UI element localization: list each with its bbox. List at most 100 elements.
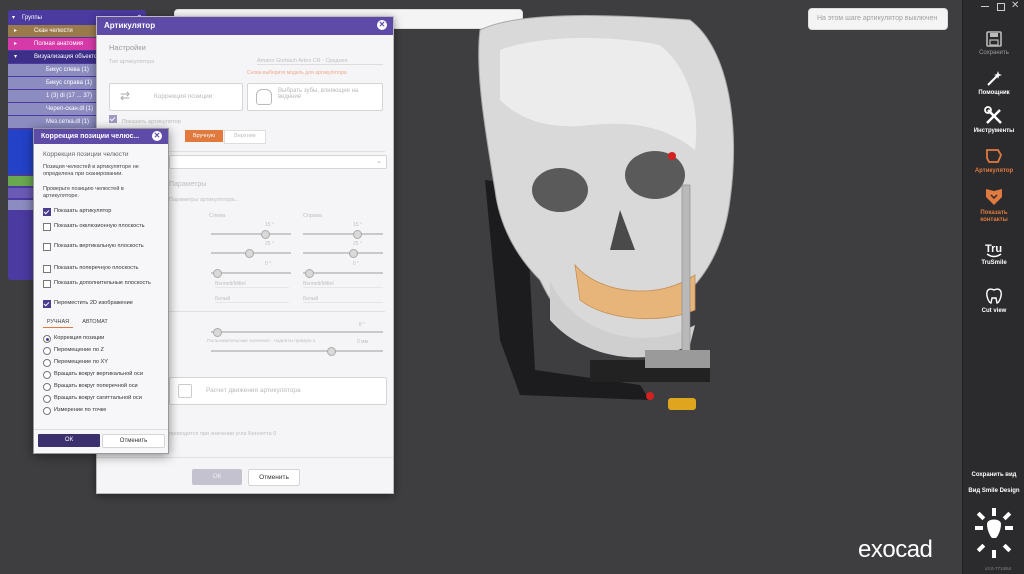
radio-move-xy[interactable]: Перемещение по XY — [43, 359, 163, 367]
radio-position-correction[interactable]: Коррекция позиции — [43, 335, 163, 343]
skull-articulator-model[interactable] — [440, 10, 760, 430]
slider-right-1[interactable] — [303, 230, 383, 239]
close-icon[interactable]: ✕ — [1011, 0, 1019, 11]
slider-right-3[interactable] — [303, 269, 383, 278]
radio[interactable] — [43, 347, 51, 355]
articulator-type-select[interactable]: Amann Girrbach Artex CR - Среднее — [257, 58, 383, 65]
slider-left-2[interactable] — [211, 249, 291, 258]
calc-motion-button[interactable]: Расчет движения артикулятора — [169, 377, 387, 405]
tab-manual[interactable]: Вручную — [185, 130, 223, 142]
ok-button[interactable]: ОК — [38, 434, 100, 447]
version-label: v3.0-7714/64 — [985, 566, 1012, 571]
maximize-icon[interactable] — [997, 3, 1005, 11]
radio[interactable] — [43, 383, 51, 391]
expand-icon[interactable]: ▾ — [14, 51, 17, 63]
slider-knob[interactable] — [245, 249, 254, 258]
mm-slider[interactable] — [211, 347, 383, 356]
checkbox-label: Переместить 2D изображение — [54, 300, 133, 306]
group-label: Бикус слева (1) — [46, 67, 89, 73]
toolbar-tools[interactable]: Инструменты — [963, 106, 1024, 134]
checkbox[interactable] — [43, 243, 51, 251]
radio[interactable] — [43, 407, 51, 415]
close-icon[interactable]: ✕ — [152, 131, 162, 141]
expand-icon[interactable]: ▸ — [14, 25, 17, 37]
slider-value[interactable]: 15 ° — [353, 222, 362, 228]
ok-label: ОК — [64, 437, 74, 443]
dropdown-right-1[interactable]: Bennett/Mittel — [303, 281, 383, 288]
slider-right-2[interactable] — [303, 249, 383, 258]
toolbar-save[interactable]: Сохранить — [963, 30, 1024, 56]
tab-auto[interactable]: АВТОМАТ — [78, 319, 112, 325]
close-icon[interactable]: ✕ — [377, 20, 387, 30]
dropdown-right-2[interactable]: Белый — [303, 296, 383, 303]
bottom-note: проводится при значении угла Беннетта 0 — [169, 431, 277, 437]
checkbox[interactable] — [43, 265, 51, 273]
radio-rotate-sagittal[interactable]: Вращать вокруг сагиттальной оси — [43, 395, 163, 403]
checkbox[interactable] — [43, 223, 51, 231]
slider-value[interactable]: 25 ° — [265, 241, 274, 247]
params-dropdown[interactable]: ⌄ — [169, 155, 387, 169]
radio[interactable] — [43, 359, 51, 367]
slider-value[interactable]: 25 ° — [353, 241, 362, 247]
cancel-button[interactable]: Отменить — [248, 469, 300, 486]
radio-move-z[interactable]: Перемещение по Z — [43, 347, 163, 355]
tab-manual[interactable]: РУЧНАЯ — [43, 319, 73, 328]
collapse-icon[interactable]: ▾ — [12, 12, 15, 24]
cancel-button[interactable]: Отменить — [102, 434, 165, 448]
slider-left-1[interactable] — [211, 230, 291, 239]
articulator-motion-icon — [178, 384, 192, 398]
radio-label: Перемещение по XY — [54, 359, 108, 365]
minimize-icon[interactable] — [981, 6, 989, 7]
slider-knob[interactable] — [213, 328, 222, 337]
mm-value[interactable]: 0 мм — [357, 339, 368, 345]
tab-upper[interactable]: Верхние — [224, 130, 266, 144]
slider-value[interactable]: 0 ° — [353, 261, 359, 267]
tab-manual-label: Вручную — [192, 133, 216, 139]
correction-dialog-header[interactable]: Коррекция позиции челюс... ✕ — [34, 129, 168, 144]
smile-design-view-button[interactable]: Вид Smile Design — [963, 488, 1024, 494]
checkbox[interactable] — [43, 300, 51, 308]
radio-rotate-vertical[interactable]: Вращать вокруг вертикальной оси — [43, 371, 163, 379]
magic-wand-icon — [987, 71, 1002, 86]
slider-knob[interactable] — [261, 230, 270, 239]
slider-left-3[interactable] — [211, 269, 291, 278]
toolbar-cut-view[interactable]: Cut view — [963, 286, 1024, 314]
toolbar-articulator[interactable]: Артикулятор — [963, 146, 1024, 174]
radio[interactable] — [43, 371, 51, 379]
ok-button[interactable]: ОК — [192, 469, 242, 485]
radio[interactable] — [43, 335, 51, 343]
dropdown-left-2[interactable]: Белый — [215, 296, 289, 303]
reselect-warning: Снова выберите модель для артикулятора — [247, 70, 347, 76]
right-toolbar[interactable]: ✕ Сохранить Помощник Инструменты Артикул… — [962, 0, 1024, 574]
radio-rotate-transverse[interactable]: Вращать вокруг поперечной оси — [43, 383, 163, 391]
group-label: Череп-скан.dl (1) — [46, 106, 94, 112]
slider-knob[interactable] — [213, 269, 222, 278]
incisal-slider[interactable] — [211, 328, 383, 337]
slider-value[interactable]: 15 ° — [265, 222, 274, 228]
ok-label: ОК — [212, 473, 222, 480]
radio-measure-point[interactable]: Измерение по точке — [43, 407, 163, 415]
articulator-dialog-header[interactable]: Артикулятор ✕ — [97, 17, 393, 35]
dropdown-left-1[interactable]: Bennett/Mittel — [215, 281, 289, 288]
position-correction-dialog[interactable]: Коррекция позиции челюс... ✕ Коррекция п… — [33, 128, 169, 454]
show-articulator-row[interactable]: Показать артикулятор — [109, 115, 181, 125]
show-articulator-checkbox[interactable] — [109, 115, 117, 123]
slider-knob[interactable] — [353, 230, 362, 239]
radio[interactable] — [43, 395, 51, 403]
incisal-value[interactable]: 8 ° — [359, 322, 365, 328]
expand-icon[interactable]: ▸ — [14, 38, 17, 50]
save-view-button[interactable]: Сохранить вид — [963, 472, 1024, 478]
toolbar-assistant[interactable]: Помощник — [963, 70, 1024, 96]
slider-knob[interactable] — [349, 249, 358, 258]
slider-knob[interactable] — [327, 347, 336, 356]
correction-desc: Позиция челюстей в артикуляторе не опред… — [43, 164, 139, 177]
select-teeth-button[interactable]: Выбрать зубы, влияющие на ведение — [247, 83, 383, 111]
toolbar-trusmile[interactable]: Tru TruSmile — [963, 240, 1024, 266]
slider-knob[interactable] — [305, 269, 314, 278]
position-correction-button[interactable]: ⇄ Коррекция позиции — [109, 83, 243, 111]
checkbox[interactable] — [43, 208, 51, 216]
checkbox[interactable] — [43, 280, 51, 288]
toolbar-show-contacts[interactable]: Показать контакты — [963, 186, 1024, 224]
slider-value[interactable]: 0 ° — [265, 261, 271, 267]
toolbar-label: Артикулятор — [974, 168, 1014, 174]
